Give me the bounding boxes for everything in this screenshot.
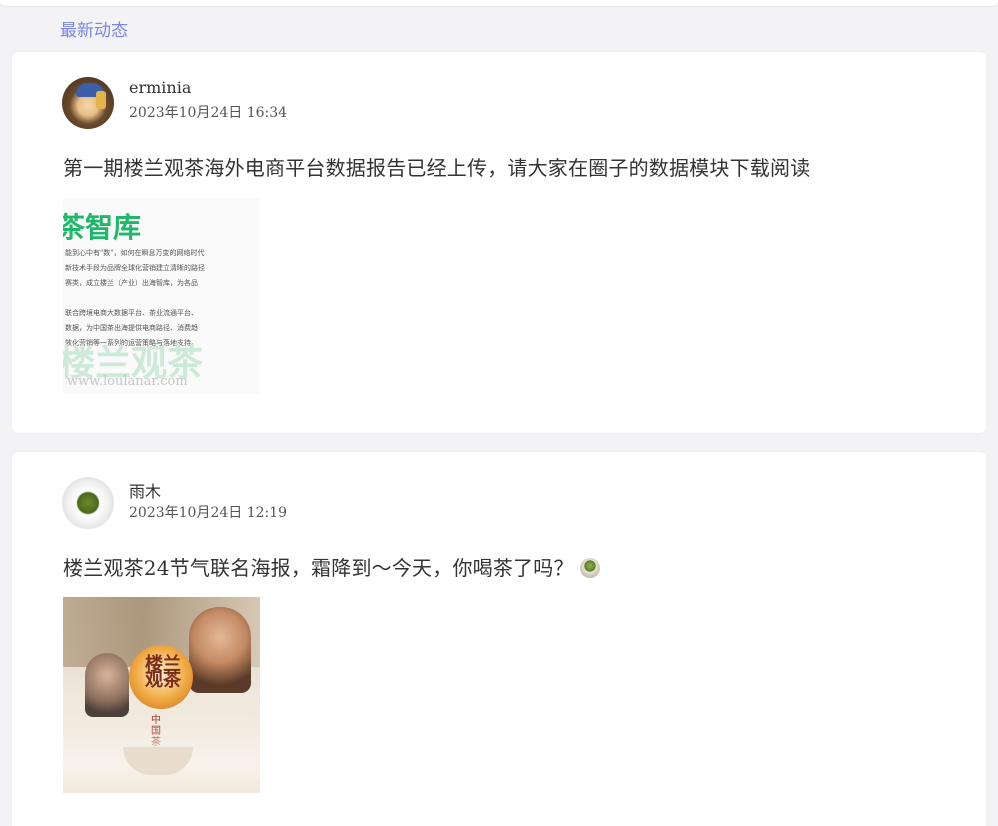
image-title: 茶智库 xyxy=(63,211,142,244)
user-avatar[interactable] xyxy=(62,477,114,529)
image-line: 联合跨境电商大数据平台、茶业流通平台、 xyxy=(65,309,198,317)
post-image[interactable]: 楼兰观茶 中国茶道 xyxy=(63,597,260,793)
avatar-scarf-tail xyxy=(96,91,106,109)
image-line: 赛类，成立楼兰（产业）出海智库，为各品 xyxy=(65,279,198,287)
post-text-row: 楼兰观茶24节气联名海报，霜降到～今天，你喝茶了吗？ xyxy=(63,552,600,581)
section-title: 最新动态 xyxy=(60,21,128,41)
post-timestamp: 2023年10月24日 16:34 xyxy=(129,105,288,121)
poster-title: 楼兰观茶 xyxy=(145,654,181,691)
post-username[interactable]: 雨木 xyxy=(129,478,161,502)
post-text: 楼兰观茶24节气联名海报，霜降到～今天，你喝茶了吗？ xyxy=(63,556,574,580)
poster-person-left xyxy=(85,653,129,717)
post-image[interactable]: 茶智库 能到心中有"数"，如何在瞬息万变的网络时代 新技术手段为品牌全球化营销建… xyxy=(63,198,260,394)
image-url: www.loulanar.com xyxy=(67,374,188,389)
user-avatar[interactable] xyxy=(62,77,114,129)
post-card[interactable]: 雨木 2023年10月24日 12:19 楼兰观茶24节气联名海报，霜降到～今天… xyxy=(12,452,986,826)
image-line: 能到心中有"数"，如何在瞬息万变的网络时代 xyxy=(65,249,205,257)
poster-person-right xyxy=(189,607,251,693)
post-timestamp: 2023年10月24日 12:19 xyxy=(129,505,288,521)
tea-cup-emoji-icon xyxy=(579,558,600,578)
top-card-edge xyxy=(0,0,998,7)
tea-bowl-avatar-icon xyxy=(62,477,114,529)
post-username[interactable]: erminia xyxy=(129,78,191,97)
post-card[interactable]: erminia 2023年10月24日 16:34 第一期楼兰观茶海外电商平台数… xyxy=(12,52,986,433)
post-text: 第一期楼兰观茶海外电商平台数据报告已经上传，请大家在圈子的数据模块下载阅读 xyxy=(63,156,811,180)
image-line: 新技术手段为品牌全球化营销建立清晰的路径 xyxy=(65,264,205,272)
